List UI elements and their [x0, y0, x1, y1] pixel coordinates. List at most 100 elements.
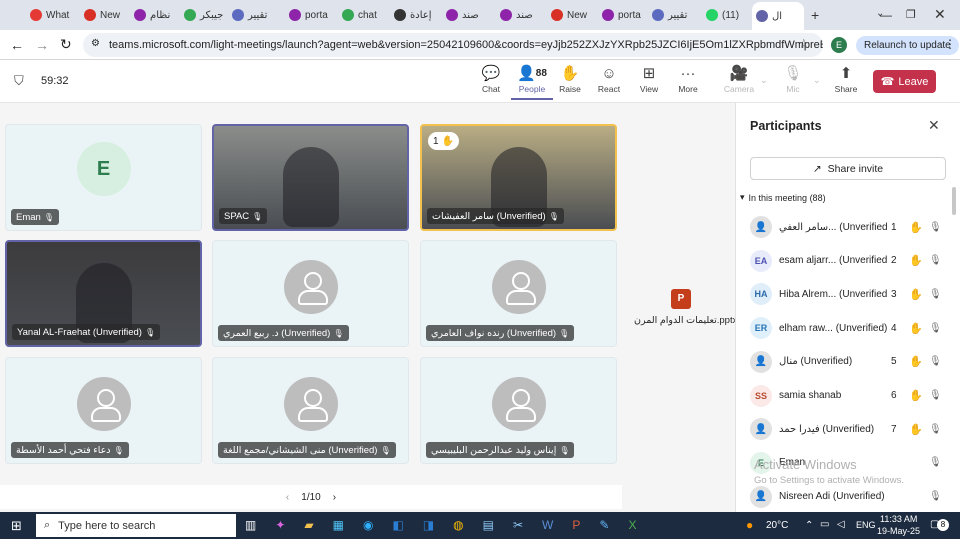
share-invite-button[interactable]: ↗ Share invite	[750, 157, 946, 180]
browser-tab[interactable]: (11)	[702, 4, 750, 26]
participant-tile[interactable]: رنده نواف العامري (Unverified) 🎙	[420, 240, 617, 347]
participant-row[interactable]: 👤 منال (Unverified) 5 ✋ 🎙	[750, 348, 950, 376]
camera-off-icon: 🎥	[729, 65, 749, 82]
browser-tab[interactable]: ال	[752, 2, 804, 30]
avatar: SS	[750, 384, 772, 407]
browser-tab[interactable]: New	[547, 4, 595, 26]
mic-muted-icon: 🎙	[929, 356, 942, 368]
panel-scrollbar[interactable]	[952, 187, 956, 215]
new-tab-icon[interactable]: +	[811, 7, 819, 23]
weather-temp[interactable]: 20°C	[766, 520, 788, 531]
windows-start-icon[interactable]: ⊞	[11, 518, 22, 534]
tab-label: صند	[516, 9, 533, 21]
participant-tile[interactable]: 1 ✋ سامر العفيشات (Unverified) 🎙	[420, 124, 617, 231]
store-icon[interactable]: ▦	[333, 518, 344, 532]
forward-icon[interactable]: →	[35, 37, 49, 53]
participant-row[interactable]: EA esam aljarr... (Unverified) 2 ✋ 🎙	[750, 247, 950, 275]
close-window-icon[interactable]: ✕	[934, 6, 946, 23]
mic-button[interactable]: 🎙 Mic	[773, 62, 813, 100]
network-icon[interactable]: ▭	[820, 519, 829, 530]
site-info-icon[interactable]: ⚙	[91, 38, 100, 49]
browser-tab[interactable]: porta	[285, 4, 333, 26]
clock-time[interactable]: 11:33 AM	[880, 514, 917, 524]
prev-page-icon[interactable]: ‹	[286, 492, 289, 503]
browser-tab[interactable]: chat	[338, 4, 386, 26]
participant-row[interactable]: 👤 Nisreen Adi (Unverified) 🎙	[750, 483, 950, 511]
hand-icon: ✋	[909, 356, 923, 369]
view-button[interactable]: ⊞ View	[629, 62, 669, 100]
browser-tab[interactable]: إعادة	[390, 4, 438, 26]
mic-chevron-icon[interactable]: ⌄	[813, 75, 821, 86]
shared-file[interactable]: P تعليمات الدوام المرن.pptx	[634, 289, 737, 326]
participant-row[interactable]: 👤 فيدرا حمد (Unverified) 7 ✋ 🎙	[750, 415, 950, 443]
react-button[interactable]: ☺ React	[589, 62, 629, 100]
in-meeting-section-header[interactable]: ▾ In this meeting (88)	[740, 192, 826, 203]
search-icon: ⌕	[44, 519, 51, 531]
participant-tile[interactable]: دعاء فتحي أحمد الأسطة 🎙	[5, 357, 202, 464]
browser-tab[interactable]: نظام	[130, 4, 178, 26]
bookmark-star-icon[interactable]: ☆	[798, 36, 810, 52]
browser-tab[interactable]: porta	[598, 4, 646, 26]
mic-muted-icon: 🎙	[929, 221, 942, 233]
participant-row[interactable]: ER elham raw... (Unverified) 4 ✋ 🎙	[750, 314, 950, 342]
next-page-icon[interactable]: ›	[333, 492, 336, 503]
browser-tab[interactable]: صند	[442, 4, 490, 26]
person-placeholder-icon	[491, 260, 546, 315]
reload-icon[interactable]: ↻	[60, 36, 72, 53]
outlook-new-icon[interactable]: ◨	[423, 518, 434, 532]
volume-icon[interactable]: ◁	[837, 519, 845, 530]
task-view-icon[interactable]: ▥	[245, 518, 256, 532]
participant-tile[interactable]: Yanal AL-Fraehat (Unverified) 🎙	[5, 240, 202, 347]
close-panel-icon[interactable]: ✕	[928, 117, 940, 134]
clock-date[interactable]: 19-May-25	[877, 526, 920, 536]
outlook-icon[interactable]: ◧	[392, 518, 403, 532]
excel-icon[interactable]: X	[628, 518, 636, 532]
browser-tab[interactable]: تقيير	[228, 4, 276, 26]
participant-tile[interactable]: منى الشيشاني/مجمع اللغة (Unverified) 🎙	[212, 357, 409, 464]
chrome-icon[interactable]: ◍	[453, 518, 463, 532]
snipping-icon[interactable]: ✂	[513, 518, 523, 532]
profile-avatar[interactable]: E	[831, 37, 847, 53]
word-icon[interactable]: W	[542, 518, 553, 532]
url-field[interactable]: ⚙ teams.microsoft.com/light-meetings/lau…	[83, 33, 823, 57]
file-explorer-icon[interactable]: ▰	[304, 518, 313, 532]
participant-tile[interactable]: E Eman 🎙	[5, 124, 202, 231]
leave-button[interactable]: ☎ Leave	[873, 70, 936, 93]
copilot-icon[interactable]: ✦	[275, 518, 285, 532]
restore-icon[interactable]: ❐	[906, 8, 916, 21]
participant-row[interactable]: 👤 سامر العفي... (Unverified) 1 ✋ 🎙	[750, 213, 950, 241]
browser-tab[interactable]: What	[26, 4, 74, 26]
browser-tab[interactable]: صند	[496, 4, 544, 26]
participant-tile[interactable]: SPAC 🎙	[212, 124, 409, 231]
participant-tile[interactable]: د. ربيع العمري (Unverified) 🎙	[212, 240, 409, 347]
taskbar-search[interactable]: ⌕ Type here to search	[36, 514, 236, 537]
raise-hand-button[interactable]: ✋ Raise	[550, 62, 590, 100]
camera-chevron-icon[interactable]: ⌄	[760, 75, 768, 86]
paint-icon[interactable]: ✎	[599, 518, 609, 532]
chat-button[interactable]: 💬 Chat	[471, 62, 511, 100]
participant-name: إيناس وليد عبدالرحمن البليبيسي	[431, 444, 557, 456]
participant-tile[interactable]: إيناس وليد عبدالرحمن البليبيسي 🎙	[420, 357, 617, 464]
menu-dots-icon[interactable]: ⋮	[944, 37, 956, 51]
hand-order: 1	[433, 135, 439, 147]
mic-muted-icon: 🎙	[113, 445, 124, 455]
share-button[interactable]: ⬆ Share	[826, 62, 866, 100]
powerpoint-task-icon[interactable]: P	[572, 518, 580, 532]
tray-chevron-icon[interactable]: ⌃	[805, 520, 813, 531]
doc-icon	[652, 9, 664, 21]
person-placeholder-icon	[491, 377, 546, 432]
people-button[interactable]: 👤 88 People	[511, 62, 553, 100]
camera-button[interactable]: 🎥 Camera	[719, 62, 759, 100]
calculator-icon[interactable]: ▤	[483, 518, 494, 532]
more-button[interactable]: ··· More	[668, 62, 708, 100]
browser-tab[interactable]: New	[80, 4, 128, 26]
browser-tab[interactable]: تقيير	[648, 4, 696, 26]
participant-row[interactable]: HA Hiba Alrem... (Unverified) 3 ✋ 🎙	[750, 280, 950, 308]
back-icon[interactable]: ←	[10, 37, 24, 53]
minimize-icon[interactable]: —	[880, 8, 892, 22]
participant-row[interactable]: SS samia shanab 6 ✋ 🎙	[750, 382, 950, 410]
browser-tab[interactable]: جيبكر	[180, 4, 228, 26]
participant-name: samia shanab	[779, 390, 842, 401]
language-indicator[interactable]: ENG	[856, 520, 876, 530]
edge-icon[interactable]: ◉	[363, 518, 373, 532]
